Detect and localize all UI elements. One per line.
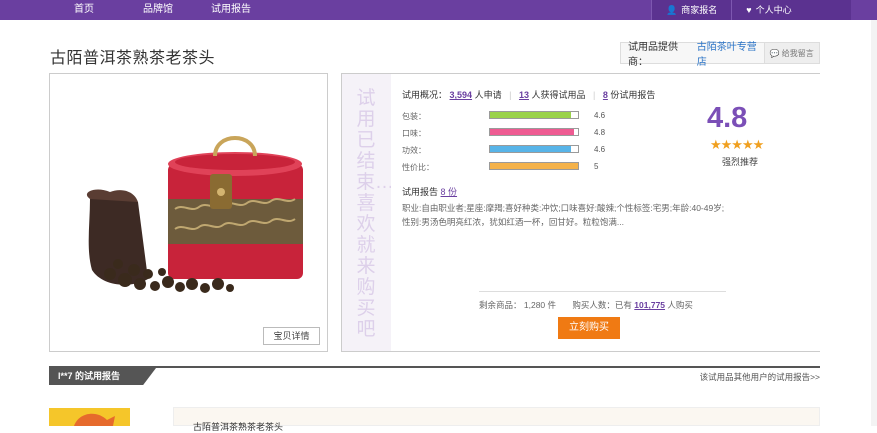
rating-label-value: 性价比： (402, 163, 434, 172)
rating-fill (490, 129, 575, 135)
leave-message-label: 给我留言 (781, 48, 814, 58)
winners-suffix: 人获得试用品 (531, 90, 586, 100)
merchant-signup-label: 商家报名 (681, 5, 718, 15)
rating-bar-efficacy (489, 145, 579, 153)
rating-label-efficacy: 功效： (402, 146, 426, 155)
summary-label: 试用概况： (402, 90, 448, 100)
rating-fill (490, 146, 571, 152)
rating-bar-packaging (489, 111, 579, 119)
report-card-title[interactable]: 古陌普洱茶熟茶老茶头 (193, 420, 283, 433)
supplier-shop-link[interactable]: 古陌茶叶专营店 (697, 38, 764, 68)
merchant-signup-link[interactable]: 👤 商家报名 (651, 0, 731, 20)
trial-summary: 试用概况： 3,594 人申请 | 13 人获得试用品 | 8 份试用报告 (402, 88, 655, 101)
trial-info-content: 试用概况： 3,594 人申请 | 13 人获得试用品 | 8 份试用报告 包装… (391, 74, 820, 351)
fish-image (74, 413, 115, 426)
product-image-box: 宝贝详情 (49, 73, 328, 352)
winners-count[interactable]: 13 (519, 90, 529, 100)
trial-report-label: 试用报告 (402, 187, 439, 197)
reports-count[interactable]: 8 (603, 90, 608, 100)
reviewer-thumbnail[interactable] (49, 408, 130, 426)
tea-product-image (86, 136, 303, 293)
product-detail-button[interactable]: 宝贝详情 (263, 327, 320, 345)
nav-home[interactable]: 首页 (74, 0, 94, 20)
report-card: 古陌普洱茶熟茶老茶头 (173, 407, 820, 432)
top-right-menu: 👤 商家报名 ♥ 个人中心 (651, 0, 852, 20)
applicants-suffix: 人申请 (474, 90, 502, 100)
personal-center-label: 个人中心 (755, 5, 792, 15)
buyers-label: 购买人数：已有 (572, 300, 632, 310)
user-icon: 👤 (666, 5, 678, 15)
remaining-count: 1,280 件 (523, 300, 557, 310)
rating-score-efficacy: 4.6 (594, 145, 606, 154)
product-title: 古陌普洱茶熟茶老茶头 (50, 50, 216, 67)
stock-divider (479, 291, 726, 292)
trial-info-panel: 试用已结束…喜欢就来购买吧 试用概况： 3,594 人申请 | 13 人获得试用… (341, 73, 820, 352)
heart-icon: ♥ (746, 5, 752, 15)
rating-score-packaging: 4.6 (594, 111, 606, 120)
supplier-box: 试用品提供商： 古陌茶叶专营店 💬 给我留言 (620, 42, 820, 68)
summary-separator: | (509, 90, 512, 100)
rating-label-packaging: 包装： (402, 112, 426, 121)
summary-separator: | (593, 90, 596, 100)
rating-score-taste: 4.8 (594, 128, 606, 137)
trial-report-excerpt[interactable]: 职业:自由职业者;星座:摩羯;喜好种类:冲饮;口味喜好:酸辣;个性标签:宅男;年… (402, 201, 732, 229)
rating-label-taste: 口味： (402, 129, 426, 138)
rating-fill (490, 112, 571, 118)
rating-fill (490, 163, 578, 169)
overall-score: 4.8 (707, 102, 748, 134)
nav-brand-hall[interactable]: 品牌馆 (143, 0, 173, 20)
recommend-text: 强烈推荐 (722, 157, 759, 167)
top-nav-bar: 首页 品牌馆 试用报告 👤 商家报名 ♥ 个人中心 (0, 0, 877, 20)
other-reports-link[interactable]: 该试用品其他用户的试用报告>> (700, 371, 820, 383)
rating-score-value: 5 (594, 162, 599, 171)
message-icon: 💬 (769, 48, 780, 58)
remaining-label: 剩余商品： (479, 300, 522, 310)
nav-trial-reports[interactable]: 试用报告 (211, 0, 251, 20)
page-scrollbar[interactable] (871, 20, 877, 426)
buyers-count[interactable]: 101,775 (634, 300, 665, 310)
trial-ended-notice: 试用已结束…喜欢就来购买吧 (356, 88, 395, 340)
rating-bar-value (489, 162, 579, 170)
leave-message-button[interactable]: 💬 给我留言 (763, 43, 819, 63)
stock-info: 剩余商品： 1,280 件 购买人数：已有 101,775 人购买 (479, 299, 693, 311)
reports-suffix: 份试用报告 (610, 90, 656, 100)
rating-bar-taste (489, 128, 579, 136)
supplier-label: 试用品提供商： (628, 42, 678, 68)
reports-section-tab: l**7 的试用报告 (49, 368, 156, 385)
applicants-count[interactable]: 3,594 (450, 90, 473, 100)
buy-now-button[interactable]: 立刻购买 (558, 317, 620, 339)
reports-section-header: l**7 的试用报告 该试用品其他用户的试用报告>> (49, 366, 820, 385)
buyers-suffix: 人购买 (667, 300, 693, 310)
trial-report-count-link[interactable]: 8 份 (441, 187, 458, 197)
personal-center-link[interactable]: ♥ 个人中心 (731, 0, 851, 20)
overall-stars-icon: ★★★★★ (710, 137, 764, 152)
trial-report-heading: 试用报告 8 份 (402, 185, 457, 198)
